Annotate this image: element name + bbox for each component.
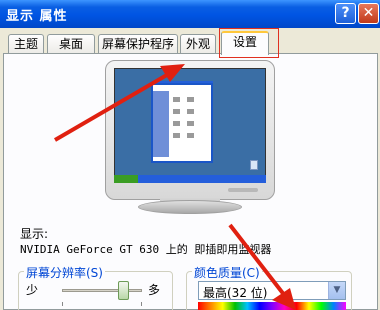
color-quality-title: 颜色质量(C) — [192, 264, 262, 281]
resolution-slider-ticks — [62, 302, 142, 306]
preview-icon — [187, 121, 194, 126]
preview-icon — [173, 121, 180, 126]
preview-icon — [173, 97, 180, 102]
close-icon: ✕ — [362, 5, 375, 21]
color-quality-preview-bar — [198, 302, 346, 310]
help-icon: ? — [341, 5, 350, 21]
title-bar: 显示 属性 ? ✕ — [0, 0, 380, 28]
resolution-slider-thumb[interactable] — [118, 281, 129, 300]
recycle-bin-icon — [250, 160, 258, 170]
preview-start-button — [114, 175, 138, 183]
preview-icon — [187, 109, 194, 114]
resolution-slider-track[interactable] — [62, 289, 142, 292]
preview-window-sidebar — [153, 91, 169, 157]
resolution-more-label: 多 — [148, 283, 161, 297]
resolution-title: 屏幕分辨率(S) — [24, 264, 105, 281]
monitor-power-button — [228, 188, 258, 192]
display-device-name: NVIDIA GeForce GT 630 上的 即插即用监视器 — [20, 243, 272, 256]
monitor-stand-base — [138, 200, 242, 214]
color-quality-value: 最高(32 位) — [203, 286, 268, 300]
preview-icon — [173, 133, 180, 138]
window-title: 显示 属性 — [6, 9, 68, 24]
chevron-down-icon[interactable]: ▼ — [328, 282, 345, 299]
monitor-screen — [114, 68, 266, 182]
preview-icon — [173, 109, 180, 114]
resolution-less-label: 少 — [26, 283, 39, 297]
tab-theme[interactable]: 主题 — [8, 34, 44, 54]
close-button[interactable]: ✕ — [358, 3, 379, 24]
tab-strip: 主题 桌面 屏幕保护程序 外观 设置 — [0, 28, 380, 55]
tab-screensaver[interactable]: 屏幕保护程序 — [98, 34, 178, 54]
tab-settings-highlight — [219, 28, 279, 58]
color-quality-select[interactable]: 最高(32 位) ▼ — [198, 281, 346, 300]
tab-appearance[interactable]: 外观 — [180, 34, 216, 54]
tab-desktop[interactable]: 桌面 — [47, 34, 95, 54]
display-label: 显示: — [20, 227, 49, 241]
help-button[interactable]: ? — [335, 3, 356, 24]
preview-icon — [187, 133, 194, 138]
preview-icon — [187, 97, 194, 102]
